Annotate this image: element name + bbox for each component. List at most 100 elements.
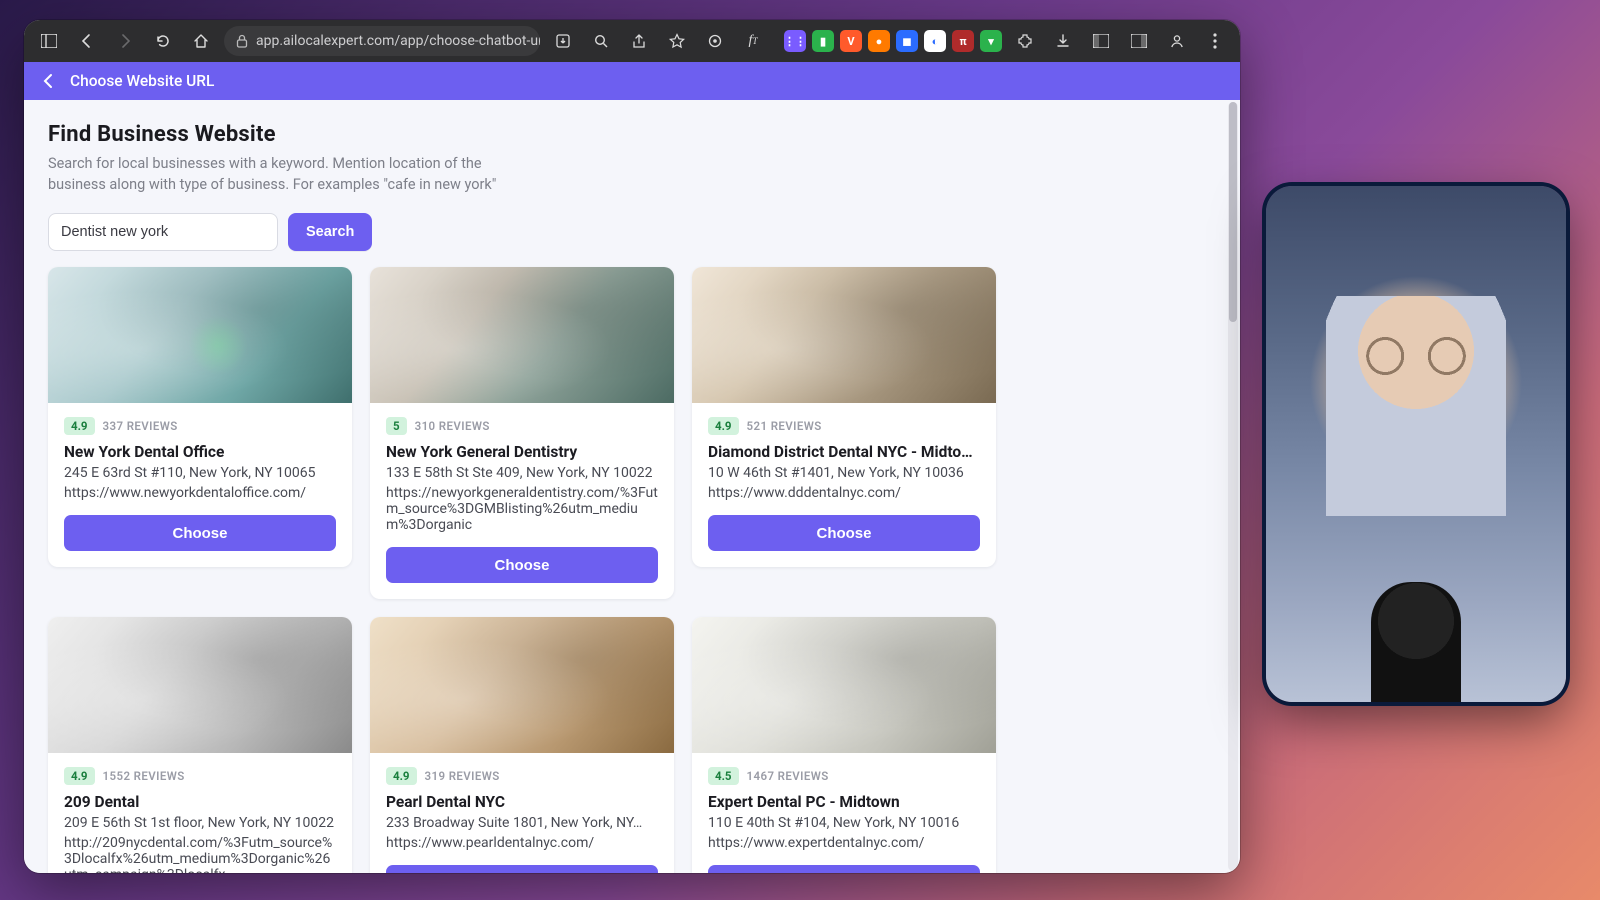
- extension-icon[interactable]: π: [952, 30, 974, 52]
- profile-icon[interactable]: [1162, 26, 1192, 56]
- result-card: 4.9 1552 REVIEWS 209 Dental 209 E 56th St 1…: [48, 617, 352, 873]
- nav-forward-icon: [110, 26, 140, 56]
- kebab-menu-icon[interactable]: [1200, 26, 1230, 56]
- reviews-count: 1552 REVIEWS: [103, 769, 185, 783]
- choose-button[interactable]: Choose: [386, 547, 658, 583]
- rating-row: 4.9 319 REVIEWS: [386, 767, 658, 785]
- business-name: Diamond District Dental NYC - Midtown…: [708, 443, 980, 461]
- bookmark-icon[interactable]: [662, 26, 692, 56]
- rating-badge: 4.9: [386, 767, 417, 785]
- extension-icon[interactable]: ⋮⋮: [784, 30, 806, 52]
- reviews-count: 310 REVIEWS: [415, 419, 490, 433]
- result-thumbnail[interactable]: [48, 267, 352, 403]
- business-address: 133 E 58th St Ste 409, New York, NY 1002…: [386, 465, 658, 481]
- result-body: 4.51467 REVIEWS Expert Dental PC - Midtow…: [692, 753, 996, 873]
- rating-row: 4.9 337 REVIEWS: [64, 417, 336, 435]
- url-text: app.ailocalexpert.com/app/choose-chatbot…: [256, 33, 540, 49]
- share-icon[interactable]: [624, 26, 654, 56]
- business-url: https://www.newyorkdentaloffice.com/: [64, 485, 336, 501]
- business-address: 245 E 63rd St #110, New York, NY 10065: [64, 465, 336, 481]
- business-url: https://www.dddentalnyc.com/: [708, 485, 980, 501]
- microphone-icon: [1371, 582, 1461, 702]
- app-header: Choose Website URL: [24, 62, 1240, 100]
- extension-icon[interactable]: V: [840, 30, 862, 52]
- extension-icon[interactable]: ●: [868, 30, 890, 52]
- browser-titlebar: app.ailocalexpert.com/app/choose-chatbot…: [24, 20, 1240, 62]
- choose-button[interactable]: Choose: [386, 865, 658, 873]
- font-icon[interactable]: fT: [738, 26, 768, 56]
- business-url: https://www.expertdentalnyc.com/: [708, 835, 980, 851]
- page-subtitle: Search for local businesses with a keywo…: [48, 153, 508, 195]
- result-thumbnail[interactable]: [48, 617, 352, 753]
- result-thumbnail[interactable]: [692, 617, 996, 753]
- business-address: 233 Broadway Suite 1801, New York, NY…: [386, 815, 658, 831]
- result-thumbnail[interactable]: [370, 617, 674, 753]
- extension-icon[interactable]: ◐: [924, 30, 946, 52]
- install-icon[interactable]: [548, 26, 578, 56]
- nav-back-icon[interactable]: [72, 26, 102, 56]
- business-name: New York Dental Office: [64, 443, 336, 461]
- result-card: 4.9 521 REVIEWS Diamond District Dental NY…: [692, 267, 996, 567]
- search-row: Search: [48, 213, 1222, 251]
- result-body: 4.9 1552 REVIEWS 209 Dental 209 E 56th St 1…: [48, 753, 352, 873]
- rating-badge: 5: [386, 417, 407, 435]
- extension-icon[interactable]: ◼: [896, 30, 918, 52]
- business-address: 110 E 40th St #104, New York, NY 10016: [708, 815, 980, 831]
- result-body: 4.9 337 REVIEWS New York Dental Office 245 …: [48, 403, 352, 567]
- sidebar-toggle-icon[interactable]: [34, 26, 64, 56]
- panel-left-icon[interactable]: [1086, 26, 1116, 56]
- result-thumbnail[interactable]: [370, 267, 674, 403]
- content-viewport: Find Business Website Search for local b…: [24, 100, 1240, 873]
- choose-button[interactable]: Choose: [64, 515, 336, 551]
- rating-row: 4.9 521 REVIEWS: [708, 417, 980, 435]
- rating-badge: 4.9: [708, 417, 739, 435]
- app-back-icon[interactable]: [40, 72, 58, 90]
- app-header-title: Choose Website URL: [70, 72, 214, 90]
- result-thumbnail[interactable]: [692, 267, 996, 403]
- search-input[interactable]: [48, 213, 278, 251]
- search-button[interactable]: Search: [288, 213, 372, 251]
- business-address: 209 E 56th St 1st floor, New York, NY 10…: [64, 815, 336, 831]
- address-bar[interactable]: app.ailocalexpert.com/app/choose-chatbot…: [224, 26, 540, 56]
- reviews-count: 1467 REVIEWS: [747, 769, 829, 783]
- lock-icon: [236, 34, 248, 48]
- results-grid: 4.9 337 REVIEWS New York Dental Office 245 …: [48, 267, 1222, 873]
- rating-row: 5 310 REVIEWS: [386, 417, 658, 435]
- choose-button[interactable]: Choose: [708, 515, 980, 551]
- reviews-count: 337 REVIEWS: [103, 419, 178, 433]
- reader-icon[interactable]: [700, 26, 730, 56]
- extensions-menu-icon[interactable]: [1010, 26, 1040, 56]
- scrollbar[interactable]: [1228, 102, 1238, 871]
- webcam-overlay: [1266, 186, 1566, 702]
- rating-row: 4.51467 REVIEWS: [708, 767, 980, 785]
- result-card: 4.9 319 REVIEWS Pearl Dental NYC 233 Broadw…: [370, 617, 674, 873]
- extension-icon[interactable]: ▮: [812, 30, 834, 52]
- reload-icon[interactable]: [148, 26, 178, 56]
- download-icon[interactable]: [1048, 26, 1078, 56]
- choose-button[interactable]: Choose: [708, 865, 980, 873]
- home-icon[interactable]: [186, 26, 216, 56]
- result-card: 4.51467 REVIEWS Expert Dental PC - Midtow…: [692, 617, 996, 873]
- search-icon[interactable]: [586, 26, 616, 56]
- business-url: http://209nycdental.com/%3Futm_source%3D…: [64, 835, 336, 873]
- business-name: 209 Dental: [64, 793, 336, 811]
- result-body: 4.9 521 REVIEWS Diamond District Dental NY…: [692, 403, 996, 567]
- reviews-count: 319 REVIEWS: [425, 769, 500, 783]
- result-body: 4.9 319 REVIEWS Pearl Dental NYC 233 Broadw…: [370, 753, 674, 873]
- rating-badge: 4.9: [64, 417, 95, 435]
- rating-row: 4.9 1552 REVIEWS: [64, 767, 336, 785]
- extension-icon[interactable]: ▾: [980, 30, 1002, 52]
- scrollbar-thumb[interactable]: [1229, 102, 1237, 322]
- panel-right-icon[interactable]: [1124, 26, 1154, 56]
- result-card: 4.9 337 REVIEWS New York Dental Office 245 …: [48, 267, 352, 567]
- result-body: 5 310 REVIEWS New York General Dentistry 13…: [370, 403, 674, 599]
- business-url: https://www.pearldentalnyc.com/: [386, 835, 658, 851]
- business-name: Expert Dental PC - Midtown: [708, 793, 980, 811]
- reviews-count: 521 REVIEWS: [747, 419, 822, 433]
- rating-badge: 4.9: [64, 767, 95, 785]
- business-address: 10 W 46th St #1401, New York, NY 10036: [708, 465, 980, 481]
- business-name: Pearl Dental NYC: [386, 793, 658, 811]
- business-name: New York General Dentistry: [386, 443, 658, 461]
- browser-window: app.ailocalexpert.com/app/choose-chatbot…: [24, 20, 1240, 873]
- business-url: https://newyorkgeneraldentistry.com/%3Fu…: [386, 485, 658, 533]
